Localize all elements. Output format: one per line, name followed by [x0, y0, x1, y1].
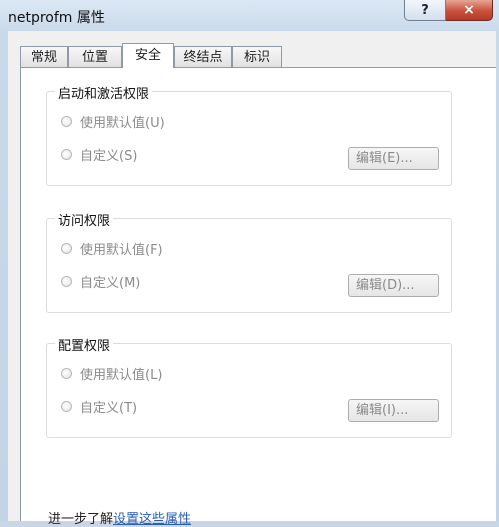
launch-default-radio[interactable]: 使用默认值(U) [61, 112, 165, 131]
group-title: 配置权限 [55, 335, 114, 354]
dialog-window: netprofm 属性 ? × 常规 位置 安全 终结点 标识 启动和激活权限 … [0, 0, 499, 527]
tab-location[interactable]: 位置 [68, 46, 122, 67]
access-permissions-group: 访问权限 使用默认值(F) 自定义(M) 编辑(D)... [46, 210, 452, 313]
learn-more-prefix: 进一步了解 [48, 512, 114, 527]
learn-more-link[interactable]: 设置这些属性 [113, 512, 191, 527]
help-button[interactable]: ? [404, 0, 446, 21]
window-title: netprofm 属性 [8, 10, 105, 26]
access-default-radio[interactable]: 使用默认值(F) [61, 239, 163, 258]
radio-circle-icon [61, 368, 72, 379]
security-tab-panel: 启动和激活权限 使用默认值(U) 自定义(S) 编辑(E)... 访问权限 使用… [20, 67, 496, 527]
tab-identity[interactable]: 标识 [232, 46, 282, 67]
radio-label: 自定义(S) [80, 149, 138, 164]
radio-label: 使用默认值(L) [80, 368, 163, 383]
close-button[interactable]: × [446, 0, 493, 21]
radio-circle-icon [61, 116, 72, 127]
launch-edit-button[interactable]: 编辑(E)... [348, 147, 439, 170]
radio-circle-icon [61, 243, 72, 254]
launch-permissions-group: 启动和激活权限 使用默认值(U) 自定义(S) 编辑(E)... [46, 83, 452, 186]
radio-circle-icon [61, 276, 72, 287]
launch-custom-radio[interactable]: 自定义(S) [61, 145, 137, 164]
config-permissions-group: 配置权限 使用默认值(L) 自定义(T) 编辑(I)... [46, 335, 452, 438]
learn-more-line: 进一步了解设置这些属性 [48, 508, 191, 527]
radio-label: 自定义(M) [80, 276, 141, 291]
group-title: 访问权限 [55, 210, 114, 229]
radio-label: 自定义(T) [80, 401, 138, 416]
config-default-radio[interactable]: 使用默认值(L) [61, 364, 162, 383]
radio-label: 使用默认值(U) [80, 116, 165, 131]
title-bar-controls: ? × [404, 0, 493, 22]
group-title: 启动和激活权限 [55, 83, 153, 102]
radio-circle-icon [61, 401, 72, 412]
tab-general[interactable]: 常规 [20, 46, 68, 67]
tab-endpoints[interactable]: 终结点 [174, 46, 232, 67]
dialog-client-area: 常规 位置 安全 终结点 标识 启动和激活权限 使用默认值(U) 自定义(S) … [8, 31, 496, 527]
radio-circle-icon [61, 149, 72, 160]
access-edit-button[interactable]: 编辑(D)... [348, 274, 439, 297]
config-custom-radio[interactable]: 自定义(T) [61, 397, 137, 416]
access-custom-radio[interactable]: 自定义(M) [61, 272, 140, 291]
radio-label: 使用默认值(F) [80, 243, 163, 258]
config-edit-button[interactable]: 编辑(I)... [348, 399, 439, 422]
tab-security[interactable]: 安全 [122, 43, 174, 68]
